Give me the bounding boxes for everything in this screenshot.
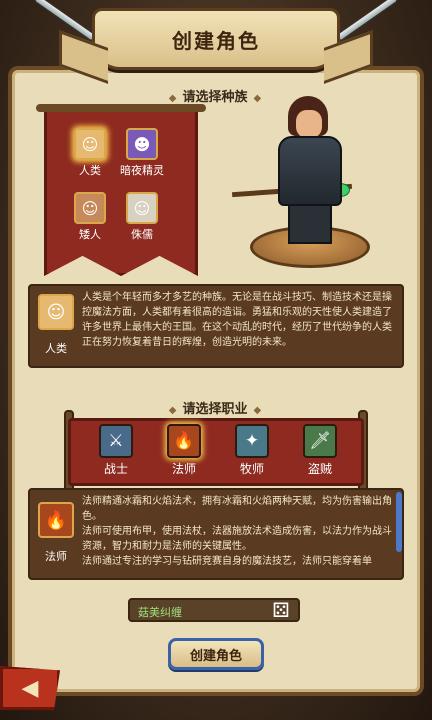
race-option-gnome[interactable]: ☺ 侏儒 (112, 192, 172, 242)
human-portrait-icon: ☺ (38, 294, 74, 330)
race-option-dwarf[interactable]: ☺ 矮人 (60, 192, 120, 242)
banner-rod (36, 104, 206, 112)
class-option-warrior[interactable]: ⚔ 战士 (90, 424, 142, 477)
race-option-night-elf[interactable]: ☻ 暗夜精灵 (112, 128, 172, 178)
create-character-button[interactable]: 创建角色 (168, 638, 264, 670)
race-description-text: 人类是个年轻而多才多艺的种族。无论是在战斗技巧、制造技术还是操控魔法方面，人类都… (82, 292, 392, 348)
class-section-label: 请选择职业 (182, 402, 248, 417)
fire-staff-icon: 🔥 (167, 424, 201, 458)
description-scrollbar[interactable] (396, 492, 402, 552)
class-option-mage[interactable]: 🔥 法师 (158, 424, 210, 477)
class-description-line: 法师精通冰霜和火焰法术，拥有冰霜和火焰两种天赋，均为伤害输出角色。 (82, 496, 392, 522)
ornament-icon: ◆ (168, 93, 177, 104)
class-option-priest[interactable]: ✦ 牧师 (226, 424, 278, 477)
character-model (270, 96, 350, 246)
fire-staff-icon: 🔥 (38, 502, 74, 538)
holy-icon: ✦ (235, 424, 269, 458)
human-portrait-icon: ☺ (74, 128, 106, 160)
race-label: 矮人 (79, 228, 101, 241)
class-description-line: 法师可使用布甲，使用法杖，法器施放法术造成伤害，以法力作为战斗资源，智力和耐力是… (82, 526, 392, 552)
class-label: 盗贼 (307, 462, 332, 476)
class-label: 牧师 (239, 462, 264, 476)
race-label: 暗夜精灵 (120, 164, 164, 177)
ornament-icon: ◆ (253, 93, 262, 104)
dwarf-portrait-icon: ☺ (74, 192, 106, 224)
race-option-human[interactable]: ☺ 人类 (60, 128, 120, 178)
gnome-portrait-icon: ☺ (126, 192, 158, 224)
title-banner: 创建角色 (92, 8, 340, 70)
random-name-dice-icon[interactable]: ⚄ (266, 598, 296, 622)
ornament-icon: ◆ (168, 405, 177, 416)
dagger-icon: 🗡 (303, 424, 337, 458)
page-title: 创建角色 (172, 28, 260, 53)
race-description-label: 人类 (45, 342, 67, 355)
ornament-icon: ◆ (253, 405, 262, 416)
class-description-text: 法师精通冰霜和火焰法术，拥有冰霜和火焰两种天赋，均为伤害输出角色。 法师可使用布… (82, 494, 392, 576)
race-label: 侏儒 (131, 228, 153, 241)
class-label: 战士 (103, 462, 128, 476)
class-description-label: 法师 (45, 550, 67, 563)
back-button[interactable]: ◀ (0, 666, 60, 710)
night-elf-portrait-icon: ☻ (126, 128, 158, 160)
race-section-label: 请选择种族 (182, 90, 248, 105)
race-label: 人类 (79, 164, 101, 177)
class-option-rogue[interactable]: 🗡 盗贼 (294, 424, 346, 477)
class-label: 法师 (171, 462, 196, 476)
race-section-title: ◆ 请选择种族 ◆ (140, 86, 290, 105)
class-section-title: ◆ 请选择职业 ◆ (140, 398, 290, 417)
class-description-line: 法师通过专注的学习与钻研竞赛自身的魔法技艺，法师只能穿着单 (82, 556, 372, 567)
sword-icon: ⚔ (99, 424, 133, 458)
